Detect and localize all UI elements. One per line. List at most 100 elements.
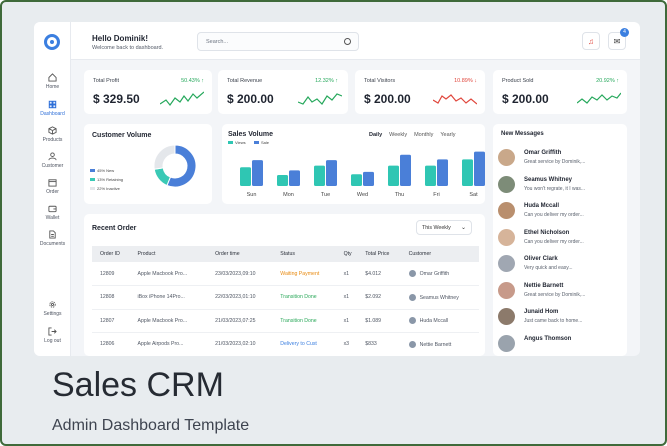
legend-item: 22% Inactive bbox=[90, 186, 120, 191]
table-row[interactable]: 12809 Apple Macbook Pro... 23/03/2023,09:1… bbox=[92, 262, 479, 286]
search-input[interactable]: Search... bbox=[197, 32, 359, 51]
sidebar-item-customer[interactable]: Customer bbox=[34, 152, 71, 169]
message-item[interactable]: Oliver Clark Very quick and easy... bbox=[498, 254, 627, 278]
bar-sale-sun bbox=[252, 160, 263, 186]
message-sender: Nettie Barnett bbox=[524, 282, 564, 289]
avatar bbox=[408, 317, 416, 325]
sidebar: Home Dashboard Products Customer Order W… bbox=[34, 22, 71, 356]
sidebar-item-label: Dashboard bbox=[40, 111, 65, 117]
mail-icon: ✉ bbox=[613, 37, 621, 46]
column-header: Total Price bbox=[357, 246, 401, 262]
cell-price: $2.092 bbox=[357, 285, 401, 310]
sidebar-item-home[interactable]: Home bbox=[34, 73, 71, 90]
x-tick-label: Mon bbox=[283, 192, 294, 198]
sidebar-item-label: Wallet bbox=[45, 215, 60, 221]
bar-views-sun bbox=[240, 167, 251, 186]
message-preview: Just came back to home... bbox=[524, 318, 583, 324]
tab-weekly[interactable]: Weekly bbox=[389, 132, 407, 138]
legend-item: Sale bbox=[254, 140, 269, 145]
cell-customer: Omar Griffith bbox=[400, 262, 479, 286]
document-icon bbox=[49, 230, 56, 239]
stat-label: Total Revenue bbox=[227, 78, 263, 84]
column-header: Order time bbox=[207, 246, 273, 262]
legend-item: 13% Retaining bbox=[90, 177, 123, 182]
avatar bbox=[498, 308, 515, 325]
sparkline-icon bbox=[433, 94, 477, 105]
notification-button[interactable]: ♫ bbox=[582, 32, 600, 50]
x-tick-label: Fri bbox=[433, 192, 439, 198]
search-icon bbox=[344, 38, 351, 45]
avatar bbox=[408, 270, 416, 277]
legend-item: Views bbox=[228, 140, 246, 145]
table-row[interactable]: 12806 Apple Airpods Pro... 21/03/2023,02:1… bbox=[92, 332, 479, 356]
message-item[interactable]: Nettie Barnett Great service by Dominik,.… bbox=[498, 281, 627, 305]
sidebar-item-documents[interactable]: Documents bbox=[34, 230, 71, 247]
stat-change: 10.89% ↓ bbox=[454, 78, 477, 84]
stat-change: 50.43% ↑ bbox=[181, 78, 204, 84]
sidebar-item-settings[interactable]: Settings bbox=[34, 300, 71, 317]
wallet-icon bbox=[48, 205, 57, 213]
promo-subtitle: Admin Dashboard Template bbox=[52, 417, 250, 434]
sidebar-item-products[interactable]: Products bbox=[34, 126, 71, 143]
bell-icon: ♫ bbox=[588, 37, 594, 46]
tab-daily[interactable]: Daily bbox=[369, 132, 382, 138]
message-item[interactable]: Ethel Nicholson Can you deliver my order.… bbox=[498, 228, 627, 252]
customer-name: Nettie Barnett bbox=[419, 341, 452, 348]
stat-card-visitors: Total Visitors 10.89% ↓ $ 200.00 bbox=[355, 70, 485, 114]
message-item[interactable]: Omar Griffith Great service by Dominik,..… bbox=[498, 148, 627, 172]
logout-icon bbox=[48, 327, 57, 336]
message-item[interactable]: Huda Mccall Can you deliver my order... bbox=[498, 201, 627, 225]
sidebar-item-wallet[interactable]: Wallet bbox=[34, 204, 71, 221]
message-item[interactable]: Angus Thomson bbox=[498, 334, 627, 357]
avatar bbox=[498, 175, 515, 193]
message-sender: Ethel Nicholson bbox=[524, 229, 570, 236]
sparkline-icon bbox=[298, 93, 342, 105]
bar-sale-thu bbox=[400, 154, 411, 186]
cell-id: 12807 bbox=[92, 309, 130, 333]
cell-status: Delivery to Cust bbox=[272, 332, 336, 356]
cell-customer: Huda Mccall bbox=[400, 309, 479, 333]
avatar bbox=[498, 202, 515, 219]
sidebar-item-order[interactable]: Order bbox=[34, 178, 71, 195]
sales-volume-chart: Sun Mon Tue Wed Thu Fri Sat bbox=[240, 151, 485, 198]
tab-yearly[interactable]: Yearly bbox=[440, 132, 455, 138]
period-tabs: Daily Weekly Monthly Yearly bbox=[362, 132, 455, 138]
bar-views-tue bbox=[314, 165, 325, 186]
stat-label: Total Profit bbox=[93, 78, 119, 84]
top-bar: Hello Dominik! Welcome back to dashboard… bbox=[71, 22, 640, 60]
stat-change: 12.32% ↑ bbox=[315, 78, 338, 84]
message-sender: Angus Thomson bbox=[524, 335, 572, 342]
customer-volume-card: Customer Volume 45% New 13% Retaining 22… bbox=[84, 124, 212, 204]
stat-label: Total Visitors bbox=[364, 78, 396, 84]
mail-button[interactable]: ✉ 4 bbox=[608, 28, 629, 50]
table-row[interactable]: 12807 Apple Macbook Pro... 21/03/2023,07:2… bbox=[92, 309, 479, 333]
dashboard-icon bbox=[48, 100, 57, 109]
donut-slice-retaining bbox=[153, 167, 172, 187]
sales-volume-card: Sales Volume Views Sale Daily Weekly Month… bbox=[222, 124, 485, 204]
table-row[interactable]: 12808 iBox iPhone 14Pro... 22/03/2023,01:1… bbox=[92, 285, 479, 310]
sidebar-item-logout[interactable]: Log out bbox=[34, 327, 71, 344]
message-preview: Can you deliver my order... bbox=[524, 238, 584, 245]
messages-card: New Messages Omar Griffith Great service … bbox=[493, 124, 627, 356]
bar-views-thu bbox=[388, 165, 399, 186]
message-item[interactable]: Junaid Hom Just came back to home... bbox=[498, 307, 627, 331]
customer-volume-donut bbox=[153, 144, 197, 188]
sidebar-item-label: Customer bbox=[41, 163, 64, 169]
stat-card-product-sold: Product Sold 20.92% ↑ $ 200.00 bbox=[493, 70, 627, 114]
cell-time: 23/03/2023,09:10 bbox=[207, 262, 273, 286]
column-header: Qty bbox=[335, 246, 358, 262]
period-select[interactable]: This Weekly ⌄ bbox=[416, 220, 472, 235]
message-preview: Great service by Dominik,... bbox=[524, 291, 586, 298]
cell-id: 12806 bbox=[92, 332, 130, 356]
avatar bbox=[498, 255, 515, 272]
cell-status: Transition Done bbox=[272, 285, 336, 310]
donut-slice-inactive bbox=[153, 144, 176, 170]
x-tick-label: Wed bbox=[357, 192, 368, 198]
message-item[interactable]: Seamus Whitney You won't regrate, it I wa… bbox=[498, 175, 627, 199]
welcome-text: Welcome back to dashboard. bbox=[92, 45, 164, 51]
tab-monthly[interactable]: Monthly bbox=[414, 132, 433, 138]
promo-title: Sales CRM bbox=[52, 366, 224, 404]
sidebar-item-dashboard[interactable]: Dashboard bbox=[34, 100, 71, 117]
gear-icon bbox=[49, 301, 56, 308]
cell-time: 21/03/2023,02:10 bbox=[207, 332, 273, 356]
